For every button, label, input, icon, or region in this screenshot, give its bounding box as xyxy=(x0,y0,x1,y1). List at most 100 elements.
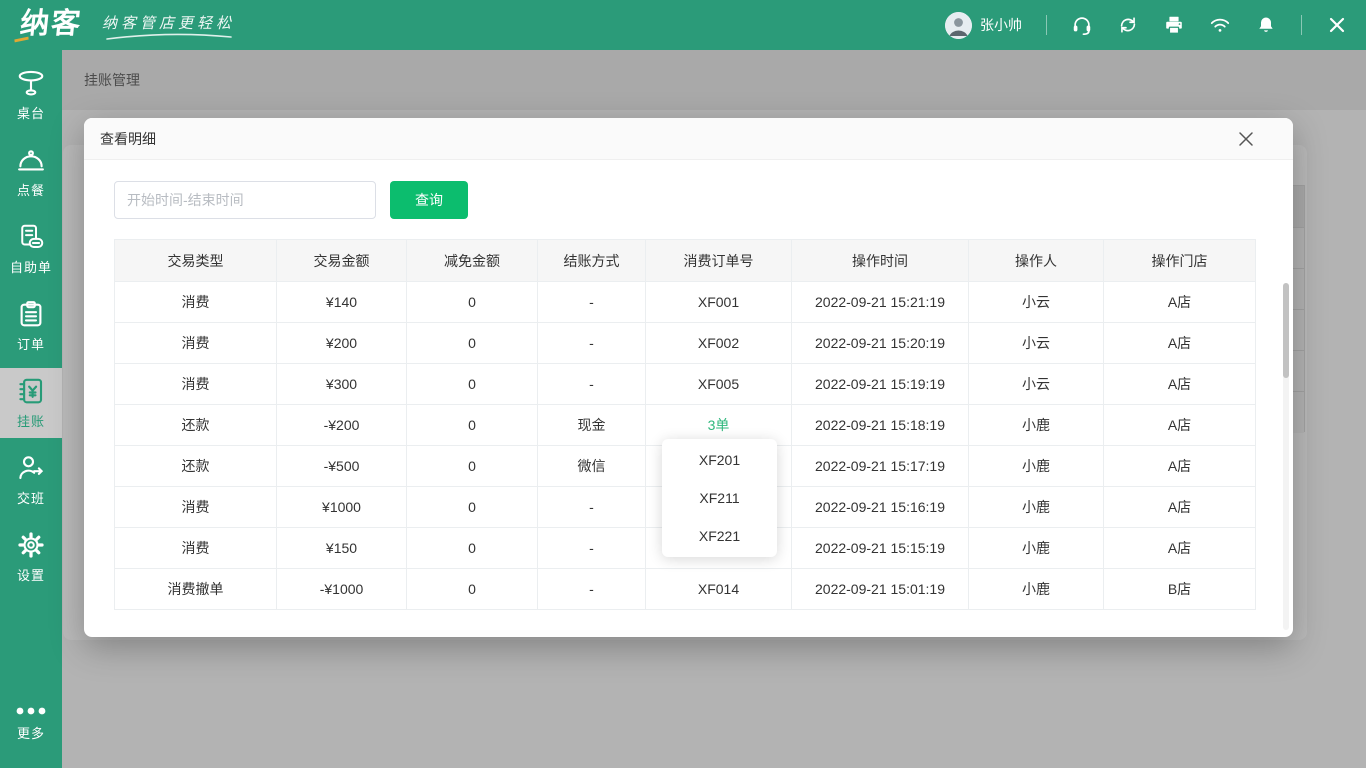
sync-icon[interactable] xyxy=(1117,14,1139,36)
table-cell: 0 xyxy=(407,323,538,364)
table-cell: -¥200 xyxy=(277,405,407,446)
bell-icon[interactable] xyxy=(1255,14,1277,36)
table-cell: ¥200 xyxy=(277,323,407,364)
brand: 纳客 纳客管店更轻松 xyxy=(14,8,235,43)
table-cell: ¥150 xyxy=(277,528,407,569)
table-cell: 小鹿 xyxy=(969,446,1104,487)
table-cell: 0 xyxy=(407,282,538,323)
user-avatar xyxy=(945,12,972,39)
orders-count-link[interactable]: 3单 xyxy=(708,417,730,433)
table-cell: 小云 xyxy=(969,364,1104,405)
query-button[interactable]: 查询 xyxy=(390,181,468,219)
view-details-modal: 查看明细 查询 交易类型 交易金 xyxy=(84,118,1293,637)
sidebar-item-tables[interactable]: 桌台 xyxy=(0,60,62,130)
table-cell: ¥1000 xyxy=(277,487,407,528)
sidebar-item-more[interactable]: 更多 xyxy=(0,688,62,758)
table-cell: 消费 xyxy=(115,323,277,364)
table-cell: XF005 xyxy=(646,364,792,405)
page-title: 挂账管理 xyxy=(84,70,140,90)
table-cell: ¥140 xyxy=(277,282,407,323)
table-cell: 0 xyxy=(407,528,538,569)
modal-close-icon[interactable] xyxy=(1233,126,1259,152)
self-order-icon xyxy=(16,222,46,252)
order-list-popup: XF201 XF211 XF221 xyxy=(662,439,777,557)
table-cell: 2022-09-21 15:21:19 xyxy=(792,282,969,323)
more-dots-icon xyxy=(14,704,48,718)
popup-order-item[interactable]: XF201 xyxy=(662,441,777,479)
brand-logo: 纳客 xyxy=(12,8,88,43)
topbar: 纳客 纳客管店更轻松 张小帅 xyxy=(0,0,1366,50)
sidebar-item-self-order[interactable]: 自助单 xyxy=(0,214,62,284)
table-cell: XF014 xyxy=(646,569,792,610)
table-cell: 2022-09-21 15:19:19 xyxy=(792,364,969,405)
printer-icon[interactable] xyxy=(1163,14,1185,36)
table-cell: A店 xyxy=(1104,487,1256,528)
app-window: 纳客 纳客管店更轻松 张小帅 xyxy=(0,0,1366,768)
popup-order-item[interactable]: XF221 xyxy=(662,517,777,555)
sidebar-item-settings[interactable]: 设置 xyxy=(0,522,62,592)
table-cell: 消费 xyxy=(115,487,277,528)
table-cell: 小云 xyxy=(969,323,1104,364)
table-cell: -¥500 xyxy=(277,446,407,487)
table-cell: A店 xyxy=(1104,364,1256,405)
slogan-underline-swoosh xyxy=(105,33,233,41)
sidebar-item-ordering[interactable]: 点餐 xyxy=(0,137,62,207)
sidebar-item-orders[interactable]: 订单 xyxy=(0,291,62,361)
modal-title: 查看明细 xyxy=(100,129,156,149)
table-cell: 2022-09-21 15:16:19 xyxy=(792,487,969,528)
date-range-input[interactable] xyxy=(114,181,376,219)
table-cell: A店 xyxy=(1104,405,1256,446)
gear-icon xyxy=(16,530,46,560)
table-cell: 2022-09-21 15:01:19 xyxy=(792,569,969,610)
table-cell: 0 xyxy=(407,487,538,528)
table-cell: - xyxy=(538,487,646,528)
table-cell: -¥1000 xyxy=(277,569,407,610)
topbar-divider xyxy=(1301,15,1302,35)
table-scrollbar[interactable] xyxy=(1283,283,1289,630)
col-discount-amount: 减免金额 xyxy=(407,240,538,282)
col-store: 操作门店 xyxy=(1104,240,1256,282)
table-cell: - xyxy=(538,528,646,569)
person-icon xyxy=(945,12,972,39)
col-settlement-method: 结账方式 xyxy=(538,240,646,282)
table-cell: XF001 xyxy=(646,282,792,323)
popup-order-item[interactable]: XF211 xyxy=(662,479,777,517)
table-cell: 消费撤单 xyxy=(115,569,277,610)
scrollbar-thumb[interactable] xyxy=(1283,283,1289,378)
credit-ledger-icon xyxy=(16,376,46,406)
table-cell: 2022-09-21 15:17:19 xyxy=(792,446,969,487)
table-cell: 0 xyxy=(407,405,538,446)
user-account[interactable]: 张小帅 xyxy=(945,12,1022,39)
sidebar: 桌台 点餐 自助单 订单 xyxy=(0,50,62,768)
table-cell: A店 xyxy=(1104,528,1256,569)
col-transaction-type: 交易类型 xyxy=(115,240,277,282)
table-row: 消费¥3000-XF0052022-09-21 15:19:19小云A店 xyxy=(115,364,1256,405)
table-cell: 消费 xyxy=(115,282,277,323)
wifi-icon[interactable] xyxy=(1209,14,1231,36)
table-cell: - xyxy=(538,569,646,610)
table-header-row: 交易类型 交易金额 减免金额 结账方式 消费订单号 操作时间 操作人 操作门店 xyxy=(115,240,1256,282)
brand-slogan: 纳客管店更轻松 xyxy=(102,12,235,43)
table-cell: B店 xyxy=(1104,569,1256,610)
table-cell: 微信 xyxy=(538,446,646,487)
table-cell: 小鹿 xyxy=(969,569,1104,610)
customer-service-icon[interactable] xyxy=(1071,14,1093,36)
table-cell: - xyxy=(538,364,646,405)
table-cell: 小鹿 xyxy=(969,487,1104,528)
filter-row: 查询 xyxy=(114,181,468,219)
window-close-icon[interactable] xyxy=(1326,14,1348,36)
col-order-number: 消费订单号 xyxy=(646,240,792,282)
table-row: 消费撤单-¥10000-XF0142022-09-21 15:01:19小鹿B店 xyxy=(115,569,1256,610)
sidebar-item-credit[interactable]: 挂账 xyxy=(0,368,62,438)
col-transaction-amount: 交易金额 xyxy=(277,240,407,282)
table-cell: 2022-09-21 15:15:19 xyxy=(792,528,969,569)
modal-header: 查看明细 xyxy=(84,118,1293,160)
table-cell: 消费 xyxy=(115,528,277,569)
page-header: 挂账管理 xyxy=(62,50,1366,110)
table-cell: 还款 xyxy=(115,446,277,487)
table-cell: XF002 xyxy=(646,323,792,364)
topbar-divider xyxy=(1046,15,1047,35)
col-operation-time: 操作时间 xyxy=(792,240,969,282)
cloche-icon xyxy=(16,145,46,175)
sidebar-item-shift[interactable]: 交班 xyxy=(0,445,62,515)
